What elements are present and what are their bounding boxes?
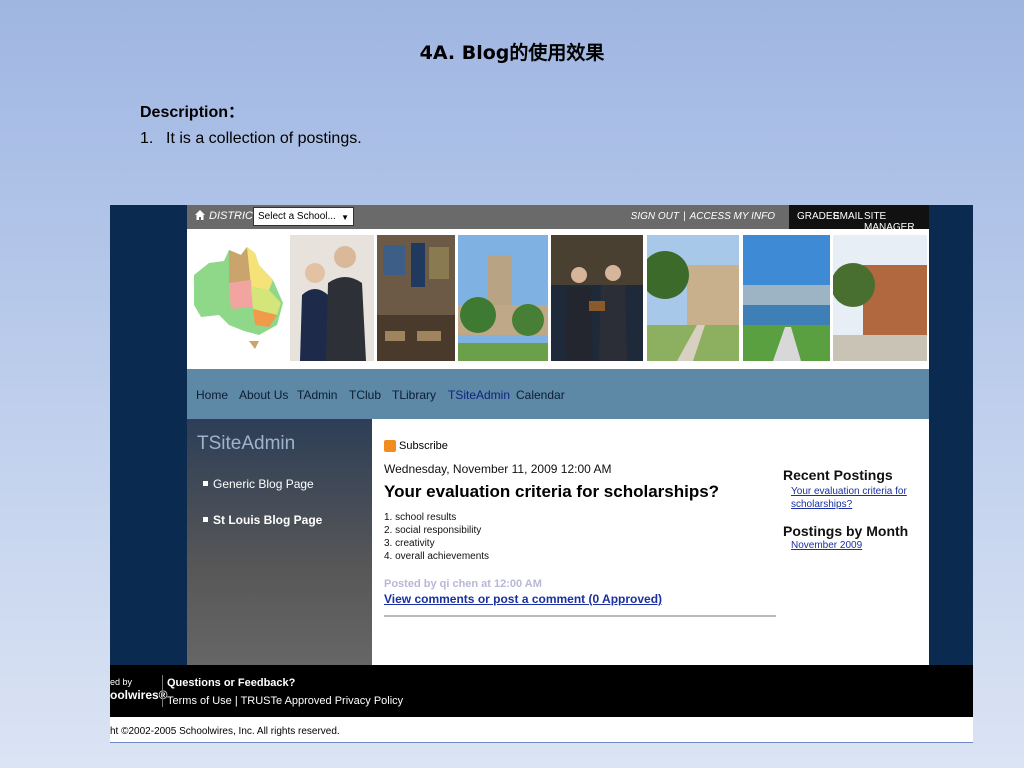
schoolwires-logo: oolwires® — [110, 688, 168, 702]
posted-by: Posted by qi chen at 12:00 AM — [384, 578, 542, 590]
courtyard-image — [647, 235, 739, 361]
rss-icon[interactable] — [384, 440, 396, 452]
postings-by-month-title: Postings by Month — [783, 523, 909, 539]
top-bar: DISTRICT Select a School... ▼ SIGN OUT | A… — [187, 205, 929, 233]
nav-calendar[interactable]: Calendar — [516, 388, 565, 402]
recent-posting-link[interactable]: Your evaluation criteria for scholarship… — [791, 485, 916, 511]
sidebar-item-generic-blog[interactable]: Generic Blog Page — [203, 477, 314, 491]
email-link[interactable]: EMAIL — [833, 211, 863, 222]
home-icon — [195, 210, 205, 220]
lake-image — [743, 235, 830, 361]
nav-tsiteadmin[interactable]: TSiteAdmin — [448, 388, 510, 402]
blog-content: Subscribe Wednesday, November 11, 2009 1… — [372, 419, 929, 665]
nav-tclub[interactable]: TClub — [349, 388, 381, 402]
brick-building-image — [833, 235, 927, 361]
subscribe-link[interactable]: Subscribe — [399, 440, 448, 452]
dropdown-arrow-icon: ▼ — [341, 213, 349, 222]
copyright-text: ht ©2002-2005 Schoolwires, Inc. All righ… — [110, 726, 340, 737]
item-text: It is a collection of postings. — [166, 130, 362, 147]
recent-postings-title: Recent Postings — [783, 467, 893, 483]
post-body-list: 1. school results 2. social responsibili… — [384, 511, 489, 563]
list-item: 4. overall achievements — [384, 551, 490, 562]
list-item: 3. creativity — [384, 538, 435, 549]
top-right-links: GRADES EMAIL SITE MANAGER — [789, 205, 929, 233]
banner-photos — [187, 229, 929, 369]
slide-title: 4A. Blog的使用效果 — [419, 42, 605, 64]
sidebar: TSiteAdmin Generic Blog Page St Louis Bl… — [187, 419, 372, 665]
students-image — [290, 235, 374, 361]
month-link[interactable]: November 2009 — [791, 540, 862, 551]
ceremony-image — [551, 235, 643, 361]
district-link[interactable]: DISTRICT — [195, 210, 260, 222]
sidebar-title: TSiteAdmin — [197, 433, 296, 454]
australia-map-image — [189, 235, 287, 361]
access-my-info-link[interactable]: ACCESS MY INFO — [690, 211, 775, 222]
description-item: 1. It is a collection of postings. — [140, 130, 362, 148]
list-item: 1. school results — [384, 512, 457, 523]
nav-tlibrary[interactable]: TLibrary — [392, 388, 436, 402]
school-select[interactable]: Select a School... ▼ — [253, 207, 354, 226]
footer-divider — [162, 675, 163, 707]
description-heading: Description： — [140, 104, 245, 121]
post-date: Wednesday, November 11, 2009 12:00 AM — [384, 462, 612, 476]
nav-home[interactable]: Home — [196, 388, 228, 402]
website-screenshot: DISTRICT Select a School... ▼ SIGN OUT | A… — [110, 205, 973, 743]
post-title[interactable]: Your evaluation criteria for scholarship… — [384, 482, 719, 502]
main-nav: Home About Us TAdmin TClub TLibrary TSit… — [187, 369, 929, 419]
classroom-image — [377, 235, 455, 361]
nav-tadmin[interactable]: TAdmin — [297, 388, 337, 402]
list-item: 2. social responsibility — [384, 525, 482, 536]
sign-out-link[interactable]: SIGN OUT — [631, 211, 679, 222]
nav-about-us[interactable]: About Us — [239, 388, 288, 402]
bullet-icon — [203, 481, 208, 486]
item-number: 1. — [140, 130, 154, 147]
copyright-bar: ht ©2002-2005 Schoolwires, Inc. All righ… — [110, 717, 973, 743]
powered-by-text: ed by — [110, 677, 133, 687]
campus-building-image — [458, 235, 548, 361]
questions-link[interactable]: Questions or Feedback? — [167, 677, 295, 689]
comments-link[interactable]: View comments or post a comment (0 Appro… — [384, 592, 662, 606]
top-links: SIGN OUT | ACCESS MY INFO — [630, 211, 775, 222]
terms-privacy-links[interactable]: Terms of Use | TRUSTe Approved Privacy P… — [167, 695, 403, 707]
footer: ed by oolwires® Questions or Feedback? T… — [110, 665, 973, 717]
bullet-icon — [203, 517, 208, 522]
sidebar-item-st-louis-blog[interactable]: St Louis Blog Page — [203, 513, 322, 527]
divider — [384, 615, 776, 617]
